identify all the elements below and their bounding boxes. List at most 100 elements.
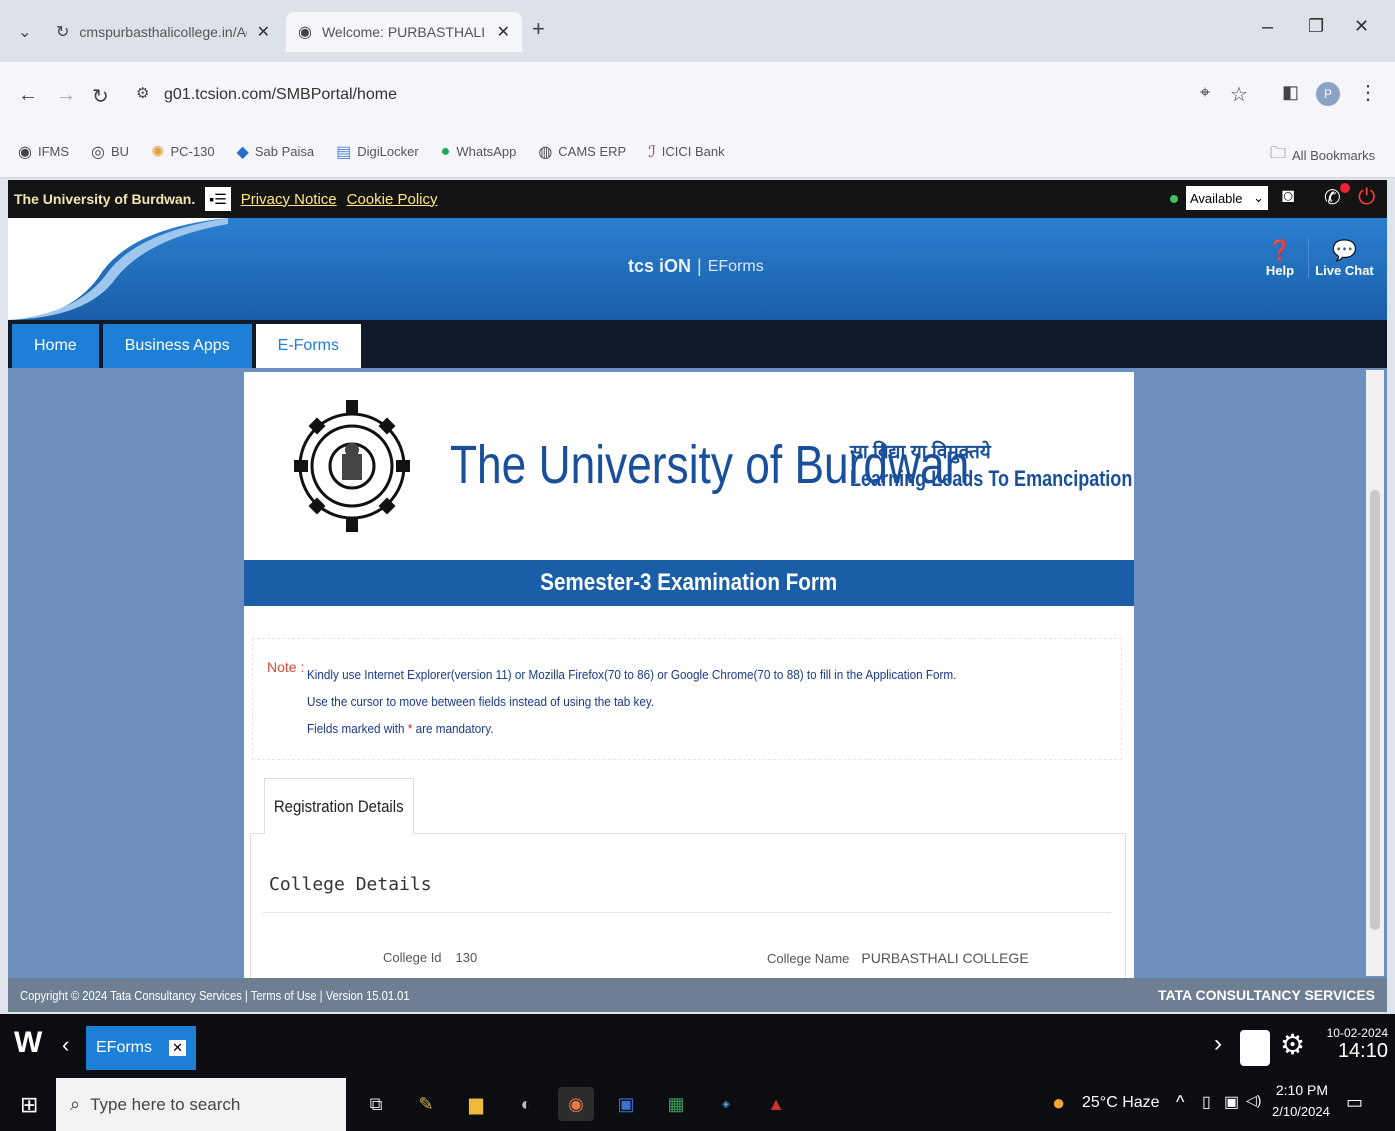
tab-search-chevron-icon[interactable]: ⌄ [18,22,31,42]
tray-chevron-icon[interactable]: ^ [1176,1092,1184,1113]
university-label: The University of Burdwan. [14,191,196,207]
scrollbar-thumb[interactable] [1370,490,1380,930]
clock-lower[interactable]: 2:10 PM 2/10/2024 [1272,1082,1330,1119]
bookmark-item[interactable]: ● WhatsApp [441,143,517,161]
word-icon[interactable]: ▣ [608,1087,644,1121]
acrobat-icon[interactable]: ▲ [758,1087,794,1121]
banner-swoosh [8,218,228,320]
side-panel-icon[interactable]: ◧ [1282,82,1299,103]
icici-icon: ℐ [648,143,656,161]
network-icon[interactable]: ▣ [1224,1092,1239,1112]
bookmarks-bar: ◉ IFMS ◎ BU ✺ PC-130 ◆ Sab Paisa ▤ DigiLocker… [0,126,1395,178]
nav-tab-eforms[interactable]: E-Forms [255,324,361,368]
live-chat-button[interactable]: 💬 Live Chat [1308,238,1380,278]
tool-icon[interactable]: ✎ [408,1087,444,1121]
cams-app-icon[interactable]: ◈ [708,1087,744,1121]
status-select[interactable]: Available ⌄ [1186,186,1268,210]
tab-title: cmspurbasthalicollege.in/Adm [79,24,246,40]
address-bar[interactable]: g01.tcsion.com/SMBPortal/home [164,86,397,104]
profile-avatar[interactable]: P [1316,82,1340,106]
scrollbar[interactable] [1366,370,1384,976]
location-icon[interactable]: ⌖ [1200,82,1210,103]
college-id-field: College Id 130 [383,950,478,965]
portal-nav: Home Business Apps E-Forms [8,320,1387,368]
bookmark-item[interactable]: ◉ IFMS [18,142,69,162]
chevron-down-icon: ⌄ [1253,190,1264,205]
help-button[interactable]: ❓ Help [1252,238,1308,278]
w-logo-icon[interactable]: W [14,1026,48,1066]
sun-icon: ✺ [151,143,165,161]
id-card-icon[interactable]: ▪☰ [205,187,231,211]
taskbar-search[interactable]: ⌕ Type here to search [56,1078,346,1131]
app-icon[interactable]: ◐ [508,1087,544,1121]
college-name-field: College Name PURBASTHALI COLLEGE [767,950,1029,966]
browser-tab-strip: ⌄ ↻ cmspurbasthalicollege.in/Adm ✕ ◉ Wel… [0,0,1395,62]
all-bookmarks[interactable]: 🗀 All Bookmarks [1270,142,1375,169]
status-dot [1170,195,1178,203]
file-explorer-icon[interactable]: ▆ [458,1087,494,1121]
globe-icon: ◉ [298,24,312,41]
section-divider [263,912,1111,913]
power-icon[interactable]: ⏻ [1358,184,1375,210]
close-tab-icon[interactable]: ✕ [497,22,510,42]
bookmark-item[interactable]: ◆ Sab Paisa [237,142,315,162]
loading-icon: ↻ [56,24,70,41]
form-panel: The University of Burdwan सा विद्या या व… [244,372,1134,978]
globe-icon: ◎ [91,143,105,161]
digilocker-icon: ▤ [336,143,352,161]
browser-tab-cms[interactable]: ↻ cmspurbasthalicollege.in/Adm ✕ [44,12,282,52]
nav-tab-business-apps[interactable]: Business Apps [102,324,252,368]
back-icon[interactable]: ← [18,84,38,107]
site-info-icon[interactable]: ⚙ [136,84,149,102]
close-icon[interactable]: ✕ [169,1040,186,1056]
chat-bubble-icon: 💬 [1332,240,1357,262]
camera-icon[interactable]: ◙ [1282,185,1294,208]
windows-taskbar: ⊞ ⌕ Type here to search ⧉ ✎ ▆ ◐ ◉ ▣ ▦ ◈ … [0,1078,1395,1131]
motto-english: Learning Leads To Emancipation [850,466,1133,491]
chat-icon[interactable] [1240,1030,1270,1066]
close-tab-icon[interactable]: ✕ [257,22,270,42]
section-heading: College Details [269,874,432,895]
mandatory-star: * [407,721,413,736]
battery-icon[interactable]: ▯ [1202,1092,1211,1112]
notification-badge [1340,183,1350,193]
notifications-icon[interactable]: ▭ [1346,1092,1363,1113]
bookmark-star-icon[interactable]: ☆ [1230,82,1248,107]
chevron-left-icon[interactable]: ‹ [62,1032,69,1058]
bookmark-item[interactable]: ✺ PC-130 [151,142,214,162]
chrome-icon[interactable]: ◉ [558,1087,594,1121]
privacy-notice-link[interactable]: Privacy Notice [241,191,337,208]
volume-icon[interactable]: ◁) [1246,1092,1261,1109]
task-view-icon[interactable]: ⧉ [358,1087,394,1121]
cookie-policy-link[interactable]: Cookie Policy [347,191,438,208]
tab-title: Welcome: PURBASTHALI COL. [321,24,487,40]
form-title: Semester-3 Examination Form [540,569,838,596]
portal-footer: Copyright © 2024 Tata Consultancy Servic… [8,978,1387,1012]
bookmark-item[interactable]: ◎ BU [91,142,129,162]
chevron-right-icon[interactable]: › [1214,1030,1222,1058]
minimize-icon[interactable]: – [1262,16,1273,39]
reload-icon[interactable]: ↻ [92,84,109,109]
forward-icon[interactable]: → [56,84,76,107]
browser-tab-welcome[interactable]: ◉ Welcome: PURBASTHALI COL. ✕ [286,12,522,52]
bookmark-item[interactable]: ▤ DigiLocker [336,142,419,162]
excel-icon[interactable]: ▦ [658,1087,694,1121]
browser-toolbar: ← → ↻ ⚙ g01.tcsion.com/SMBPortal/home ⌖ … [0,62,1395,126]
new-tab-button[interactable]: + [532,16,545,42]
note-box: Note : Kindly use Internet Explorer(vers… [252,638,1122,760]
bookmark-item[interactable]: ◍ CAMS ERP [538,142,626,162]
tab-registration-details[interactable]: Registration Details [264,778,414,834]
restore-icon[interactable]: ❐ [1308,16,1324,37]
nav-tab-home[interactable]: Home [12,324,99,368]
notification-icon[interactable]: ✆ [1324,185,1341,210]
close-window-icon[interactable]: ✕ [1354,16,1369,37]
menu-kebab-icon[interactable]: ⋮ [1358,80,1378,105]
bookmark-item[interactable]: ℐ ICICI Bank [648,142,724,162]
gear-icon[interactable]: ⚙ [1280,1028,1305,1061]
weather-text[interactable]: 25°C Haze [1082,1094,1160,1112]
portal-top-bar: The University of Burdwan. ▪☰ Privacy No… [8,180,1387,218]
taskbar-app-tab[interactable]: EForms ✕ [86,1026,196,1070]
clock-upper: 10-02-2024 14:10 [1326,1026,1388,1062]
windows-start-icon[interactable]: ⊞ [20,1092,38,1118]
help-icon: ❓ [1267,240,1293,262]
